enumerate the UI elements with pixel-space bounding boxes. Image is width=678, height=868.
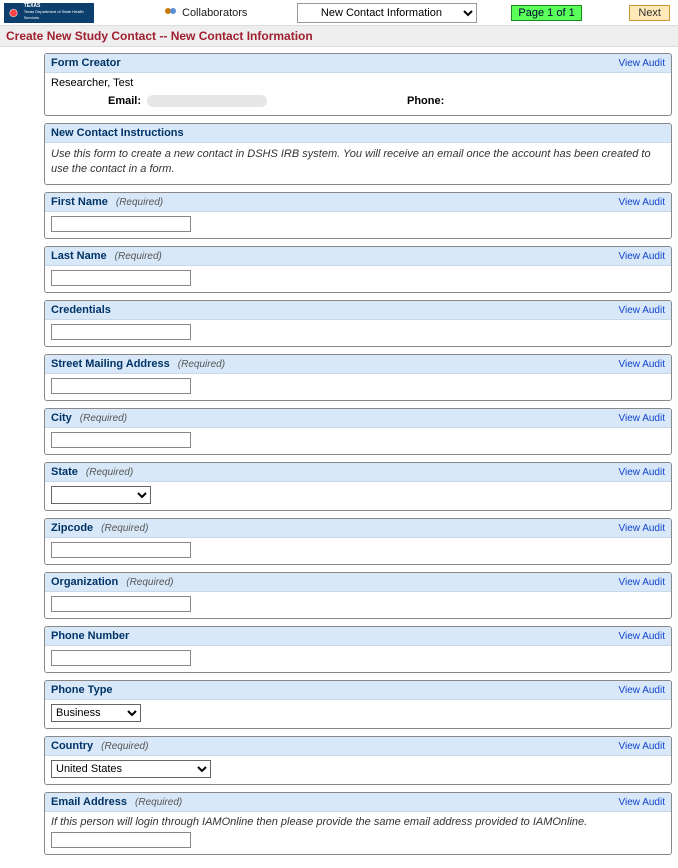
credentials-section: Credentials View Audit xyxy=(44,300,672,347)
next-button[interactable]: Next xyxy=(629,5,670,21)
first-name-section: First Name (Required) View Audit xyxy=(44,192,672,239)
country-select[interactable]: United States xyxy=(51,760,211,778)
view-audit-link[interactable]: View Audit xyxy=(618,797,665,808)
view-audit-link[interactable]: View Audit xyxy=(618,197,665,208)
instructions-section: New Contact Instructions Use this form t… xyxy=(44,123,672,185)
phone-number-input[interactable] xyxy=(51,650,191,666)
view-audit-link[interactable]: View Audit xyxy=(618,467,665,478)
zipcode-input[interactable] xyxy=(51,542,191,558)
country-section: Country (Required) View Audit United Sta… xyxy=(44,736,672,785)
email-address-label: Email Address xyxy=(51,796,127,808)
form-creator-section: Form Creator View Audit Researcher, Test… xyxy=(44,53,672,116)
section-dropdown[interactable]: New Contact Information xyxy=(297,3,477,23)
email-section: Email Address (Required) View Audit If t… xyxy=(44,792,672,855)
phone-label: Phone: xyxy=(407,95,444,107)
view-audit-link[interactable]: View Audit xyxy=(618,577,665,588)
city-input[interactable] xyxy=(51,432,191,448)
collaborators-icon xyxy=(164,6,178,20)
last-name-section: Last Name (Required) View Audit xyxy=(44,246,672,293)
first-name-input[interactable] xyxy=(51,216,191,232)
texas-dshs-logo: TEXAS Texas Department of State Health S… xyxy=(4,3,94,23)
credentials-input[interactable] xyxy=(51,324,191,340)
view-audit-link[interactable]: View Audit xyxy=(618,305,665,316)
city-label: City xyxy=(51,412,72,424)
view-audit-link[interactable]: View Audit xyxy=(618,251,665,262)
form-creator-title: Form Creator xyxy=(51,57,121,69)
last-name-label: Last Name xyxy=(51,250,107,262)
required-indicator: (Required) xyxy=(80,413,127,424)
required-indicator: (Required) xyxy=(115,251,162,262)
required-indicator: (Required) xyxy=(86,467,133,478)
form-content: Form Creator View Audit Researcher, Test… xyxy=(0,47,678,868)
view-audit-link[interactable]: View Audit xyxy=(618,631,665,642)
instructions-text: Use this form to create a new contact in… xyxy=(51,147,665,178)
top-bar: TEXAS Texas Department of State Health S… xyxy=(0,0,678,26)
logo-text: TEXAS Texas Department of State Health S… xyxy=(24,4,94,21)
required-indicator: (Required) xyxy=(126,577,173,588)
view-audit-link[interactable]: View Audit xyxy=(618,359,665,370)
view-audit-link[interactable]: View Audit xyxy=(618,685,665,696)
phone-type-section: Phone Type View Audit Business xyxy=(44,680,672,729)
email-value-redacted xyxy=(147,95,267,107)
collaborators-link[interactable]: Collaborators xyxy=(164,6,247,20)
instructions-title: New Contact Instructions xyxy=(51,127,184,139)
state-label: State xyxy=(51,466,78,478)
zipcode-label: Zipcode xyxy=(51,522,93,534)
state-section: State (Required) View Audit xyxy=(44,462,672,511)
street-label: Street Mailing Address xyxy=(51,358,170,370)
texas-seal-icon xyxy=(6,5,21,21)
phone-type-label: Phone Type xyxy=(51,684,113,696)
city-section: City (Required) View Audit xyxy=(44,408,672,455)
credentials-label: Credentials xyxy=(51,304,111,316)
view-audit-link[interactable]: View Audit xyxy=(618,741,665,752)
zipcode-section: Zipcode (Required) View Audit xyxy=(44,518,672,565)
organization-label: Organization xyxy=(51,576,118,588)
required-indicator: (Required) xyxy=(116,197,163,208)
page-indicator: Page 1 of 1 xyxy=(511,5,581,21)
phone-number-section: Phone Number View Audit xyxy=(44,626,672,673)
first-name-label: First Name xyxy=(51,196,108,208)
creator-name: Researcher, Test xyxy=(51,77,665,89)
page-title: Create New Study Contact -- New Contact … xyxy=(0,26,678,47)
collaborators-label: Collaborators xyxy=(182,7,247,19)
last-name-input[interactable] xyxy=(51,270,191,286)
state-select[interactable] xyxy=(51,486,151,504)
required-indicator: (Required) xyxy=(101,741,148,752)
street-section: Street Mailing Address (Required) View A… xyxy=(44,354,672,401)
email-input[interactable] xyxy=(51,832,191,848)
required-indicator: (Required) xyxy=(178,359,225,370)
street-input[interactable] xyxy=(51,378,191,394)
required-indicator: (Required) xyxy=(101,523,148,534)
email-note: If this person will login through IAMOnl… xyxy=(51,816,665,828)
view-audit-link[interactable]: View Audit xyxy=(618,413,665,424)
view-audit-link[interactable]: View Audit xyxy=(618,58,665,69)
organization-input[interactable] xyxy=(51,596,191,612)
phone-type-select[interactable]: Business xyxy=(51,704,141,722)
phone-number-label: Phone Number xyxy=(51,630,129,642)
required-indicator: (Required) xyxy=(135,797,182,808)
organization-section: Organization (Required) View Audit xyxy=(44,572,672,619)
view-audit-link[interactable]: View Audit xyxy=(618,523,665,534)
email-label: Email: xyxy=(51,95,141,107)
country-label: Country xyxy=(51,740,93,752)
